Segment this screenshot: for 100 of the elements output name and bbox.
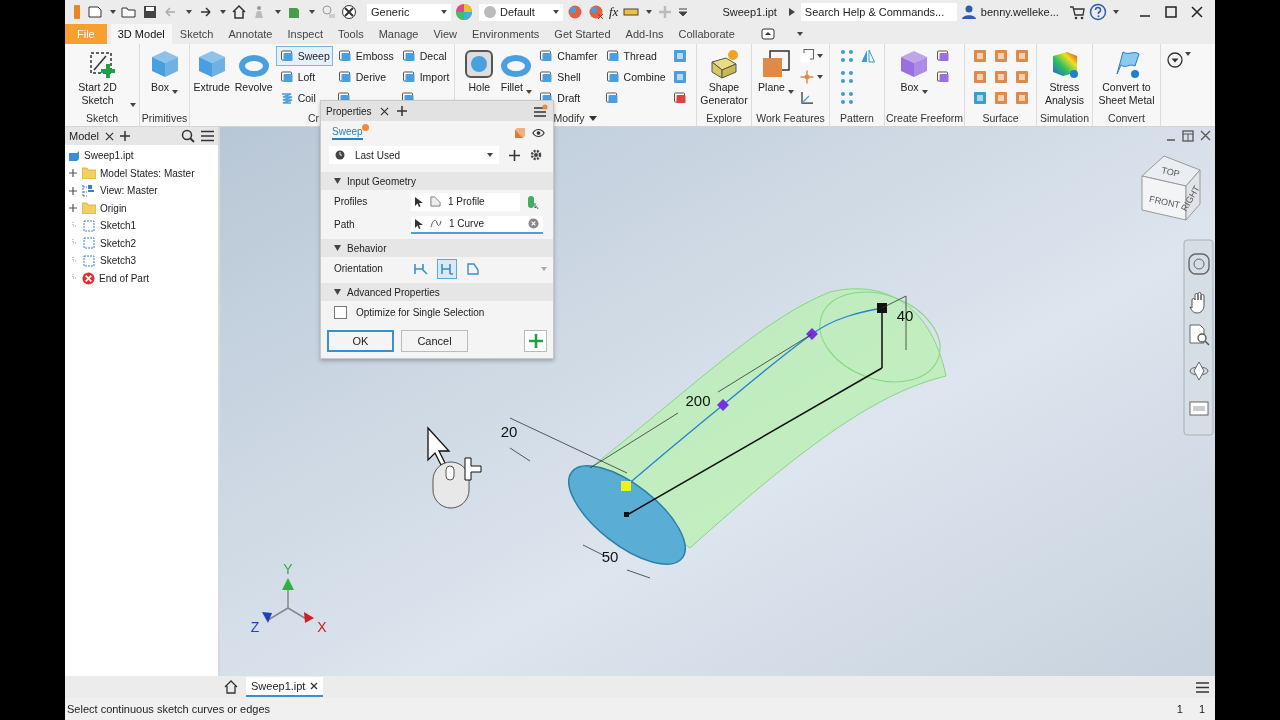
dimension-value[interactable]: 200 (685, 392, 711, 409)
section-header[interactable]: Behavior (321, 239, 553, 257)
close-icon[interactable] (310, 682, 319, 690)
selection-field[interactable]: 1 Profile (411, 192, 520, 211)
section-header[interactable]: Advanced Properties (321, 283, 553, 301)
bulb-icon[interactable] (320, 4, 336, 20)
dimension-value[interactable]: 50 (601, 548, 619, 565)
gear-icon[interactable] (530, 149, 542, 161)
dropdown-circle-icon[interactable] (1167, 52, 1183, 68)
tree-item[interactable]: Sketch2 (100, 237, 137, 249)
help-icon[interactable] (1088, 3, 1107, 21)
appearance-dropdown[interactable]: Default (479, 3, 563, 21)
tool-button[interactable]: Emboss (333, 46, 397, 66)
toggle-icon[interactable] (527, 194, 539, 209)
menu-icon[interactable] (1196, 681, 1209, 693)
close-icon[interactable] (104, 131, 114, 141)
tool-button[interactable]: Sweep (275, 46, 333, 66)
tool-button[interactable]: Combine (601, 67, 669, 87)
selection-field[interactable]: 1 Curve (411, 215, 543, 234)
ribbon-tab[interactable]: Tools (330, 24, 371, 44)
menu-icon[interactable] (534, 104, 548, 118)
tree-item[interactable]: Model States: Master (100, 167, 195, 179)
pan-hand-icon[interactable] (1189, 292, 1205, 314)
tool-button[interactable]: Shape Generator (693, 46, 755, 109)
tool-button[interactable]: Fillet (498, 46, 535, 96)
formula-button[interactable]: fx (609, 4, 619, 20)
checkbox[interactable] (334, 306, 347, 319)
save-icon[interactable] (142, 4, 158, 20)
search-icon[interactable] (181, 129, 195, 143)
clear-icon[interactable] (528, 218, 539, 229)
eye-icon[interactable] (532, 127, 545, 138)
ribbon-tab[interactable]: Annotate (221, 24, 280, 44)
tree-item[interactable]: View: Master (100, 185, 158, 197)
user-name[interactable]: benny.welleke... (980, 6, 1059, 18)
tool-button[interactable]: Derive (333, 67, 397, 87)
home-icon[interactable] (231, 4, 247, 20)
tool-button[interactable]: Plane (756, 46, 796, 96)
tool-button[interactable]: Start 2D Sketch (66, 46, 138, 109)
material-dropdown[interactable]: Generic (367, 3, 451, 21)
maximize-icon[interactable] (1165, 6, 1177, 18)
ribbon-tab[interactable]: Collaborate (671, 24, 742, 44)
preset-dropdown[interactable]: Last Used (329, 146, 499, 164)
tile-icon[interactable] (1182, 130, 1194, 142)
dimension-value[interactable]: 20 (500, 423, 518, 440)
ribbon-tab[interactable]: Environments (465, 24, 547, 44)
orientation-toggle[interactable] (437, 258, 457, 279)
zoom-icon[interactable] (1189, 324, 1210, 346)
close-icon[interactable] (379, 106, 389, 116)
color-ball-icon[interactable] (588, 4, 604, 20)
tool-button[interactable]: Extrude (191, 46, 232, 96)
close-icon[interactable] (1191, 6, 1203, 18)
arrow-icon[interactable] (788, 8, 795, 16)
color-wheel-icon[interactable] (455, 3, 473, 21)
ribbon-tab[interactable]: View (426, 24, 465, 44)
look-at-icon[interactable] (1189, 401, 1209, 416)
document-tab[interactable]: Sweep1.ipt (246, 677, 324, 697)
new-file-icon[interactable] (87, 4, 103, 20)
tool-button[interactable]: Chamfer (535, 46, 601, 66)
tree-item[interactable]: Sweep1.ipt (84, 150, 134, 162)
feature-tab[interactable]: Sweep (332, 125, 363, 140)
browser-tab[interactable]: Model (69, 130, 99, 142)
app-logo-icon[interactable] (71, 4, 83, 20)
plus-icon[interactable] (509, 149, 520, 161)
tool-button[interactable]: Import (397, 67, 453, 87)
section-header[interactable]: Input Geometry (321, 172, 553, 190)
plus-icon[interactable] (119, 131, 130, 141)
tool-button[interactable]: Shell (535, 67, 601, 87)
tree-item[interactable]: Sketch1 (100, 220, 137, 232)
orbit-icon[interactable] (1189, 361, 1209, 381)
dimension-value[interactable]: 40 (896, 307, 914, 324)
menu-icon[interactable] (201, 130, 214, 142)
expand-icon[interactable] (69, 186, 77, 195)
home-icon[interactable] (224, 680, 238, 694)
minimize-icon[interactable] (1166, 139, 1176, 141)
steering-wheel-icon[interactable] (1188, 253, 1210, 275)
panel-tab[interactable]: Properties (326, 105, 372, 117)
search-field[interactable]: Search Help & Commands... (800, 3, 957, 21)
tool-button[interactable]: Thread (601, 46, 669, 66)
expand-icon[interactable] (69, 204, 77, 213)
ribbon-tab[interactable]: Add-Ins (618, 24, 671, 44)
tool-button[interactable]: Box (146, 46, 183, 96)
ribbon-tab[interactable]: Sketch (172, 24, 221, 44)
tool-button[interactable]: Coil (275, 88, 333, 108)
dialog-button[interactable]: OK (327, 330, 394, 352)
checker-ball-icon[interactable] (341, 4, 357, 20)
cart-icon[interactable] (1068, 4, 1085, 20)
expand-icon[interactable] (69, 169, 77, 178)
dialog-button[interactable]: Cancel (401, 330, 468, 352)
tree-item[interactable]: Origin (100, 202, 127, 214)
ribbon-tab[interactable]: Manage (371, 24, 426, 44)
add-button[interactable] (524, 330, 547, 352)
cube-icon[interactable] (513, 126, 525, 139)
tool-button[interactable]: Loft (275, 67, 333, 87)
customize-menu-icon[interactable] (678, 7, 689, 17)
tool-button[interactable]: Hole (461, 46, 498, 96)
tool-button[interactable]: Box (896, 46, 932, 96)
caret-icon[interactable] (589, 115, 598, 121)
ribbon-tab[interactable]: Get Started (547, 24, 618, 44)
tree-item[interactable]: Sketch3 (100, 255, 137, 267)
tool-button[interactable]: Decal (397, 46, 453, 66)
